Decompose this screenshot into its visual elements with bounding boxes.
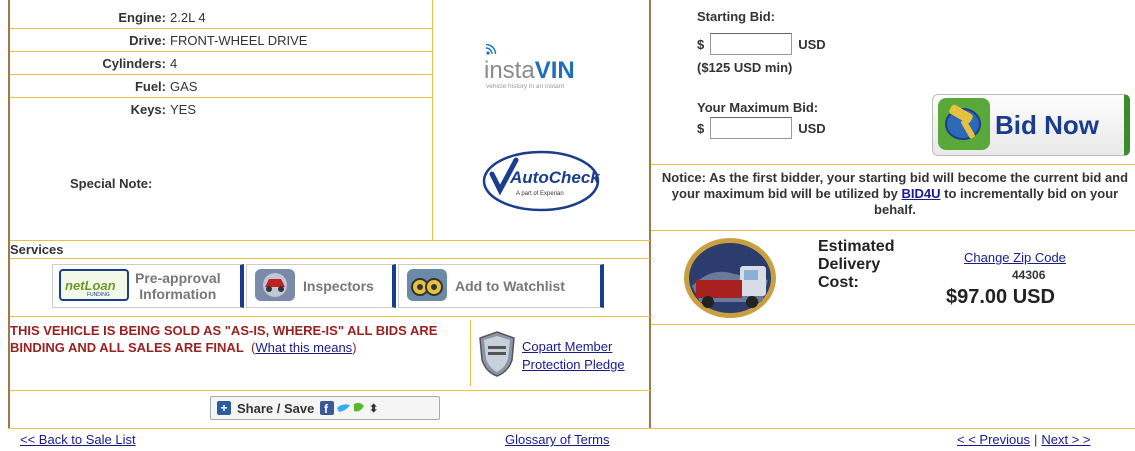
svg-text:⬍: ⬍ — [369, 403, 378, 415]
share-save-label: Share / Save — [237, 400, 315, 416]
previous-link[interactable]: < < Previous — [957, 432, 1030, 447]
spec-value: FRONT-WHEEL DRIVE — [170, 32, 308, 48]
estimated-delivery-label: Estimated Delivery Cost: — [818, 238, 894, 292]
currency-symbol: $ — [697, 120, 705, 136]
as-is-warning-text: THIS VEHICLE IS BEING SOLD AS "AS-IS, WH… — [10, 323, 438, 355]
what-this-means-link-part2: means — [313, 340, 353, 355]
spec-row-engine: Engine: 2.2L 4 — [10, 6, 432, 29]
divider — [10, 258, 650, 259]
as-is-close-paren: ) — [352, 340, 357, 355]
spec-row-drive: Drive: FRONT-WHEEL DRIVE — [10, 29, 432, 52]
currency-label: USD — [798, 36, 826, 52]
autocheck-tagline: A part of Experian — [516, 191, 564, 197]
protection-pledge-line2: Protection Pledge — [522, 357, 625, 372]
truck-icon — [682, 236, 778, 323]
spec-value: GAS — [170, 78, 198, 94]
column-divider — [432, 0, 433, 240]
starting-bid-input[interactable] — [710, 33, 793, 55]
spec-value: YES — [170, 102, 197, 117]
inspector-car-icon — [253, 267, 297, 306]
spec-label: Fuel: — [134, 78, 166, 94]
instavin-logo-text: instaVIN — [484, 57, 575, 84]
currency-label: USD — [798, 120, 826, 136]
spec-label: Engine: — [118, 9, 166, 25]
add-to-watchlist-button[interactable]: Add to Watchlist — [398, 264, 604, 308]
gavel-icon — [937, 97, 991, 154]
preapproval-label-line1: Pre-approval — [135, 270, 221, 286]
protection-pledge-line1: Copart Member — [522, 339, 613, 354]
column-divider — [470, 320, 471, 386]
spec-value: 2.2L 4 — [170, 9, 206, 25]
spec-label: Keys: — [130, 102, 166, 117]
bid-now-label: Bid Now — [995, 109, 1099, 140]
divider — [10, 240, 650, 241]
max-bid-label: Your Maximum Bid: — [697, 100, 819, 115]
spec-row-cylinders: Cylinders: 4 — [10, 52, 432, 75]
vehicle-specs: Engine: 2.2L 4 Drive: FRONT-WHEEL DRIVE … — [10, 6, 432, 121]
what-this-means-link-part1: What this — [255, 340, 310, 355]
spec-row-keys: Keys: YES — [10, 98, 432, 121]
estimated-label-line3: Cost: — [818, 274, 859, 291]
as-is-warning: THIS VEHICLE IS BEING SOLD AS "AS-IS, WH… — [10, 322, 460, 356]
social-icons: f ⬍ — [320, 401, 379, 415]
special-note-label: Special Note: — [70, 176, 153, 191]
estimated-label-line2: Delivery — [818, 256, 881, 273]
next-link[interactable]: Next > > — [1041, 432, 1090, 447]
back-to-sale-list-link[interactable]: << Back to Sale List — [20, 432, 136, 447]
spec-row-fuel: Fuel: GAS — [10, 75, 432, 98]
divider — [651, 230, 1135, 231]
divider — [651, 164, 1135, 165]
protection-pledge-link[interactable]: Copart Member Protection Pledge — [522, 338, 625, 374]
what-this-means-link[interactable]: What this means — [255, 340, 352, 355]
min-bid-note: ($125 USD min) — [697, 60, 793, 75]
first-bidder-notice: Notice: As the first bidder, your starti… — [660, 170, 1130, 218]
autocheck-logo-text: AutoCheck — [509, 168, 600, 187]
netloan-logo-text: netLoan — [65, 278, 116, 293]
change-zip-code-link[interactable]: Change Zip Code — [964, 250, 1066, 265]
watchlist-label: Add to Watchlist — [455, 278, 565, 294]
divider — [10, 316, 650, 317]
glossary-link[interactable]: Glossary of Terms — [505, 432, 610, 447]
instavin-tagline: vehicle history in an instant — [486, 83, 564, 90]
max-bid-row: $ USD — [697, 117, 826, 139]
binoculars-icon — [405, 267, 449, 306]
starting-bid-row: $ USD — [697, 33, 826, 55]
divider — [10, 390, 650, 391]
shield-icon — [478, 330, 516, 381]
spec-value: 4 — [170, 55, 178, 71]
plus-icon: + — [217, 401, 231, 415]
starting-bid-label: Starting Bid: — [697, 9, 775, 24]
preapproval-button[interactable]: netLoan FUNDING Pre-approval Information — [52, 264, 244, 308]
divider — [8, 428, 1135, 429]
spec-label: Drive: — [129, 32, 166, 48]
services-title: Services — [10, 242, 64, 257]
autocheck-logo[interactable]: AutoCheck A part of Experian — [482, 150, 601, 212]
pager-separator: | — [1034, 432, 1038, 447]
instavin-logo[interactable]: instaVIN vehicle history in an instant — [484, 43, 594, 92]
share-save-button[interactable]: + Share / Save f ⬍ — [210, 396, 440, 420]
svg-text:FUNDING: FUNDING — [87, 292, 110, 298]
netloan-logo-icon: netLoan FUNDING — [59, 268, 129, 304]
inspectors-label: Inspectors — [303, 278, 374, 294]
pager: < < Previous | Next > > — [957, 432, 1091, 447]
bid4u-link[interactable]: BID4U — [901, 186, 940, 201]
preapproval-label-line2: Information — [139, 286, 217, 302]
spec-label: Cylinders: — [102, 55, 166, 71]
zip-code: 44306 — [1012, 268, 1046, 282]
divider — [651, 324, 1135, 325]
inspectors-button[interactable]: Inspectors — [246, 264, 396, 308]
preapproval-label: Pre-approval Information — [135, 270, 221, 302]
delivery-cost: $97.00 USD — [946, 286, 1055, 308]
bid-now-button[interactable]: Bid Now — [932, 94, 1130, 156]
estimated-label-line1: Estimated — [818, 238, 895, 255]
currency-symbol: $ — [697, 36, 705, 52]
max-bid-input[interactable] — [710, 117, 793, 139]
